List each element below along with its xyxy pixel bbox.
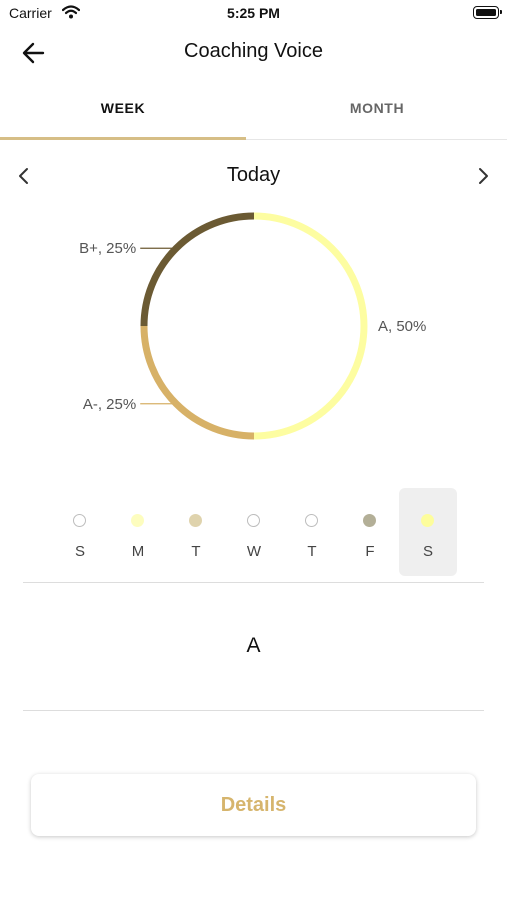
donut-slice-a <box>253 212 368 440</box>
grade-donut-chart: A, 50% A-, 25% B+, 25% <box>79 212 426 440</box>
chevron-right-icon <box>479 168 488 184</box>
page-title: Coaching Voice <box>184 40 323 62</box>
day-label: S <box>74 543 85 560</box>
grade-dot <box>363 514 376 527</box>
period-title: Today <box>226 164 281 186</box>
donut-slice-b-plus <box>140 212 255 327</box>
day-label: W <box>246 543 262 560</box>
week-day-selector: SMTWTFS <box>0 484 507 580</box>
day-item[interactable]: S <box>51 488 109 576</box>
divider <box>23 582 484 583</box>
status-time: 5:25 PM <box>227 5 280 21</box>
grade-dot <box>247 514 260 527</box>
day-item[interactable]: T <box>283 488 341 576</box>
grade-dot <box>131 514 144 527</box>
day-label: M <box>131 543 145 560</box>
tab-indicator <box>0 137 246 140</box>
day-item[interactable]: F <box>341 488 399 576</box>
grade-dot <box>189 514 202 527</box>
day-label: F <box>365 543 375 560</box>
battery-icon <box>473 6 502 19</box>
period-navigator: Today <box>0 160 507 192</box>
period-tabs: WEEK MONTH <box>0 86 507 140</box>
donut-slice-a-minus <box>140 325 255 440</box>
next-period-button[interactable] <box>472 164 494 188</box>
grade-dot <box>305 514 318 527</box>
navigation-bar: Coaching Voice <box>0 30 507 76</box>
day-item[interactable]: T <box>167 488 225 576</box>
donut-data-label: B+, 25% <box>79 240 136 257</box>
divider <box>23 710 484 711</box>
details-button[interactable]: Details <box>31 774 476 836</box>
day-item[interactable]: M <box>109 488 167 576</box>
donut-data-label: A-, 25% <box>83 396 136 413</box>
tab-week[interactable]: WEEK <box>0 86 246 139</box>
grade-dot <box>421 514 434 527</box>
day-label: T <box>191 543 201 560</box>
selected-grade: A <box>246 634 261 657</box>
day-label: S <box>422 543 433 560</box>
day-item[interactable]: W <box>225 488 283 576</box>
donut-data-label: A, 50% <box>378 318 426 335</box>
day-label: T <box>307 543 317 560</box>
tab-month[interactable]: MONTH <box>254 86 500 139</box>
grade-dot <box>73 514 86 527</box>
status-bar: Carrier 5:25 PM <box>0 0 507 28</box>
day-item[interactable]: S <box>399 488 457 576</box>
